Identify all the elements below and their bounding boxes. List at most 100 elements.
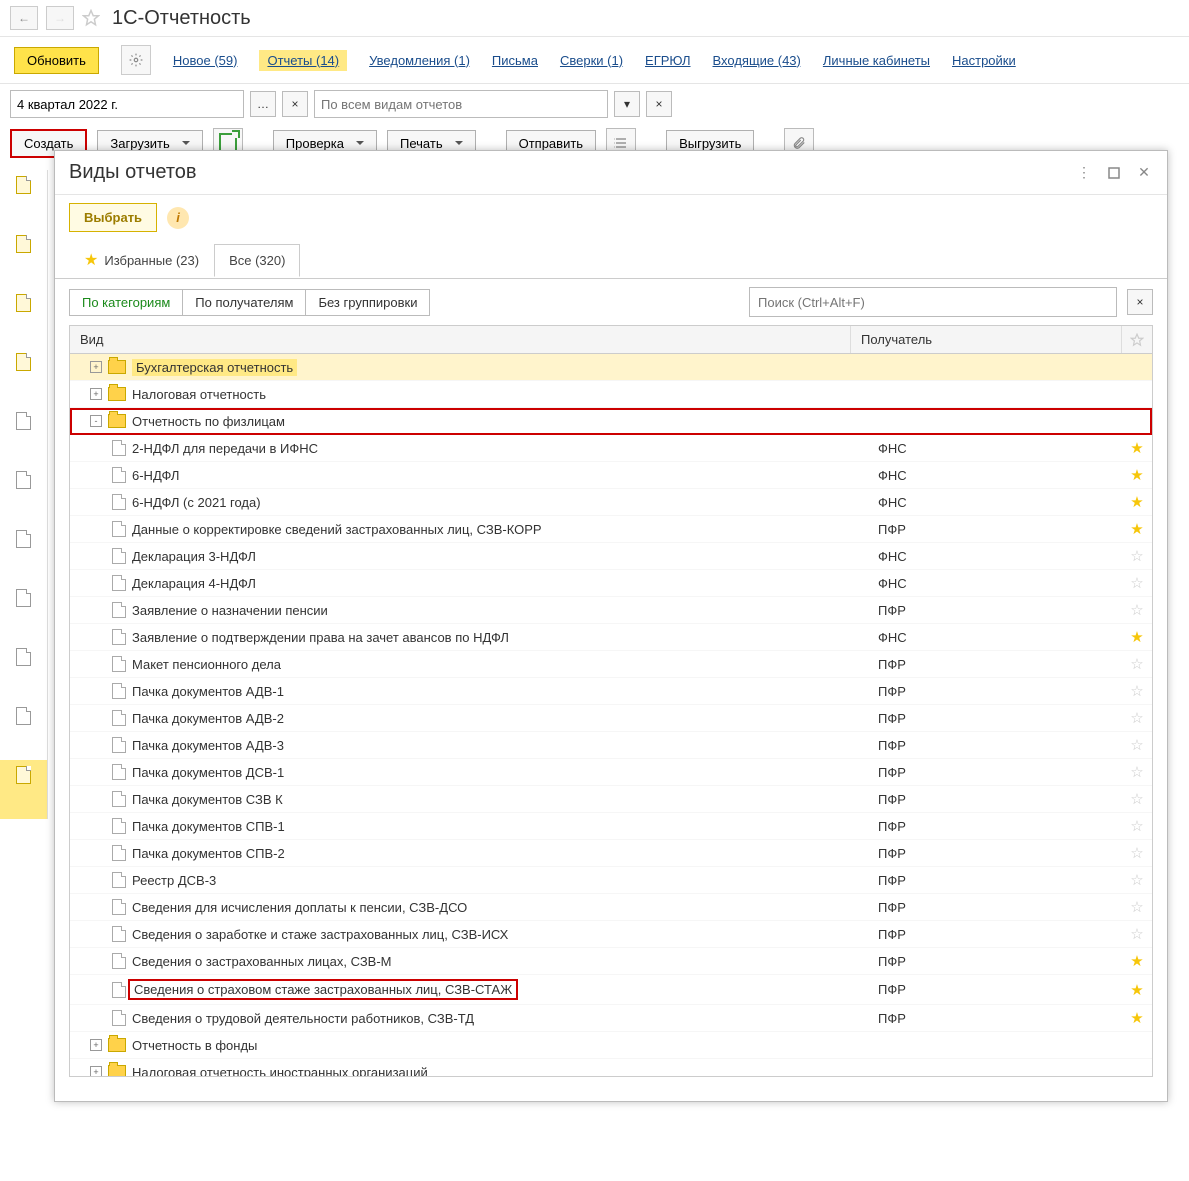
row-favorite[interactable]: ☆ xyxy=(1122,547,1152,565)
menu-cabinets-link[interactable]: Личные кабинеты xyxy=(823,53,930,68)
row-favorite[interactable]: ☆ xyxy=(1122,763,1152,781)
row-favorite[interactable]: ☆ xyxy=(1122,655,1152,673)
favorite-star-icon[interactable] xyxy=(82,9,100,27)
sheet-tab-6[interactable] xyxy=(0,465,48,524)
menu-reports-link[interactable]: Отчеты (14) xyxy=(259,50,347,71)
table-row[interactable]: Сведения о застрахованных лицах, СЗВ-МПФ… xyxy=(70,948,1152,975)
table-row[interactable]: Пачка документов АДВ-2ПФР☆ xyxy=(70,705,1152,732)
table-row[interactable]: Данные о корректировке сведений застрахо… xyxy=(70,516,1152,543)
row-favorite[interactable]: ☆ xyxy=(1122,736,1152,754)
menu-new-link[interactable]: Новое (59) xyxy=(173,53,238,68)
sheet-tab-11[interactable] xyxy=(0,760,48,819)
expander-icon[interactable]: + xyxy=(90,388,102,400)
row-favorite[interactable]: ☆ xyxy=(1122,925,1152,943)
menu-reconciliations-link[interactable]: Сверки (1) xyxy=(560,53,623,68)
menu-egrul-link[interactable]: ЕГРЮЛ xyxy=(645,53,690,68)
row-favorite[interactable]: ★ xyxy=(1122,466,1152,484)
menu-settings-link[interactable]: Настройки xyxy=(952,53,1016,68)
row-favorite[interactable]: ★ xyxy=(1122,628,1152,646)
table-row[interactable]: Сведения о страховом стаже застрахованны… xyxy=(70,975,1152,1005)
table-row[interactable]: Сведения о трудовой деятельности работни… xyxy=(70,1005,1152,1032)
update-button[interactable]: Обновить xyxy=(14,47,99,74)
col-header-vid[interactable]: Вид xyxy=(70,326,851,353)
seg-by-recipient[interactable]: По получателям xyxy=(183,290,306,315)
table-row[interactable]: Пачка документов АДВ-1ПФР☆ xyxy=(70,678,1152,705)
table-row[interactable]: Пачка документов СЗВ КПФР☆ xyxy=(70,786,1152,813)
tab-all[interactable]: Все (320) xyxy=(214,244,300,277)
close-icon[interactable]: ✕ xyxy=(1135,164,1153,182)
menu-notifications-link[interactable]: Уведомления (1) xyxy=(369,53,470,68)
table-row[interactable]: Пачка документов ДСВ-1ПФР☆ xyxy=(70,759,1152,786)
table-row[interactable]: 6-НДФЛ (с 2021 года)ФНС★ xyxy=(70,489,1152,516)
row-favorite[interactable]: ☆ xyxy=(1122,817,1152,835)
table-row[interactable]: Сведения о заработке и стаже застрахован… xyxy=(70,921,1152,948)
row-favorite[interactable]: ★ xyxy=(1122,952,1152,970)
expander-icon[interactable]: + xyxy=(90,1066,102,1077)
col-header-pol[interactable]: Получатель xyxy=(851,326,1122,353)
nav-back-button[interactable]: ← xyxy=(10,6,38,30)
table-row[interactable]: +Бухгалтерская отчетность xyxy=(70,354,1152,381)
sheet-tab-3[interactable] xyxy=(0,288,48,347)
col-header-fav[interactable] xyxy=(1122,326,1152,353)
expander-icon[interactable]: - xyxy=(90,415,102,427)
row-favorite[interactable]: ☆ xyxy=(1122,898,1152,916)
table-row[interactable]: Заявление о подтверждении права на зачет… xyxy=(70,624,1152,651)
table-row[interactable]: Пачка документов АДВ-3ПФР☆ xyxy=(70,732,1152,759)
table-row[interactable]: Пачка документов СПВ-1ПФР☆ xyxy=(70,813,1152,840)
table-row[interactable]: Заявление о назначении пенсииПФР☆ xyxy=(70,597,1152,624)
row-favorite[interactable]: ☆ xyxy=(1122,871,1152,889)
table-row[interactable]: +Отчетность в фонды xyxy=(70,1032,1152,1059)
seg-by-category[interactable]: По категориям xyxy=(70,290,183,315)
select-button[interactable]: Выбрать xyxy=(69,203,157,232)
tab-favorites[interactable]: ★ Избранные (23) xyxy=(69,241,214,279)
table-row[interactable]: +Налоговая отчетность xyxy=(70,381,1152,408)
search-input[interactable] xyxy=(749,287,1117,317)
search-clear-button[interactable]: × xyxy=(1127,289,1153,315)
row-favorite[interactable]: ★ xyxy=(1122,493,1152,511)
table-row[interactable]: Пачка документов СПВ-2ПФР☆ xyxy=(70,840,1152,867)
expander-icon[interactable]: + xyxy=(90,361,102,373)
report-type-clear-button[interactable]: × xyxy=(646,91,672,117)
row-favorite[interactable]: ☆ xyxy=(1122,790,1152,808)
period-input[interactable] xyxy=(10,90,244,118)
row-favorite[interactable]: ★ xyxy=(1122,439,1152,457)
row-favorite[interactable]: ☆ xyxy=(1122,709,1152,727)
sheet-tab-10[interactable] xyxy=(0,701,48,760)
sheet-tab-8[interactable] xyxy=(0,583,48,642)
row-favorite[interactable]: ★ xyxy=(1122,520,1152,538)
table-row[interactable]: -Отчетность по физлицам xyxy=(70,408,1152,435)
menu-incoming-link[interactable]: Входящие (43) xyxy=(713,53,801,68)
row-favorite[interactable]: ☆ xyxy=(1122,601,1152,619)
row-favorite[interactable]: ☆ xyxy=(1122,574,1152,592)
gear-button[interactable] xyxy=(121,45,151,75)
report-type-dropdown-button[interactable]: ▾ xyxy=(614,91,640,117)
table-row[interactable]: Сведения для исчисления доплаты к пенсии… xyxy=(70,894,1152,921)
sheet-tab-9[interactable] xyxy=(0,642,48,701)
table-row[interactable]: +Налоговая отчетность иностранных органи… xyxy=(70,1059,1152,1077)
info-icon[interactable]: i xyxy=(167,207,189,229)
row-favorite[interactable]: ★ xyxy=(1122,981,1152,999)
sheet-tab-1[interactable] xyxy=(0,170,48,229)
table-row[interactable]: Декларация 3-НДФЛФНС☆ xyxy=(70,543,1152,570)
nav-forward-button[interactable]: → xyxy=(46,6,74,30)
sheet-tab-7[interactable] xyxy=(0,524,48,583)
row-favorite[interactable]: ★ xyxy=(1122,1009,1152,1027)
seg-no-group[interactable]: Без группировки xyxy=(306,290,429,315)
row-favorite[interactable]: ☆ xyxy=(1122,844,1152,862)
more-icon[interactable]: ⋮ xyxy=(1075,164,1093,182)
period-clear-button[interactable]: × xyxy=(282,91,308,117)
expander-icon[interactable]: + xyxy=(90,1039,102,1051)
table-row[interactable]: Реестр ДСВ-3ПФР☆ xyxy=(70,867,1152,894)
report-type-input[interactable] xyxy=(314,90,608,118)
period-more-button[interactable]: … xyxy=(250,91,276,117)
table-row[interactable]: Макет пенсионного делаПФР☆ xyxy=(70,651,1152,678)
maximize-icon[interactable] xyxy=(1105,164,1123,182)
table-row[interactable]: 6-НДФЛФНС★ xyxy=(70,462,1152,489)
table-row[interactable]: 2-НДФЛ для передачи в ИФНСФНС★ xyxy=(70,435,1152,462)
sheet-tab-4[interactable] xyxy=(0,347,48,406)
grid-body[interactable]: +Бухгалтерская отчетность+Налоговая отче… xyxy=(69,354,1153,1077)
sheet-tab-2[interactable] xyxy=(0,229,48,288)
menu-letters-link[interactable]: Письма xyxy=(492,53,538,68)
table-row[interactable]: Декларация 4-НДФЛФНС☆ xyxy=(70,570,1152,597)
row-favorite[interactable]: ☆ xyxy=(1122,682,1152,700)
